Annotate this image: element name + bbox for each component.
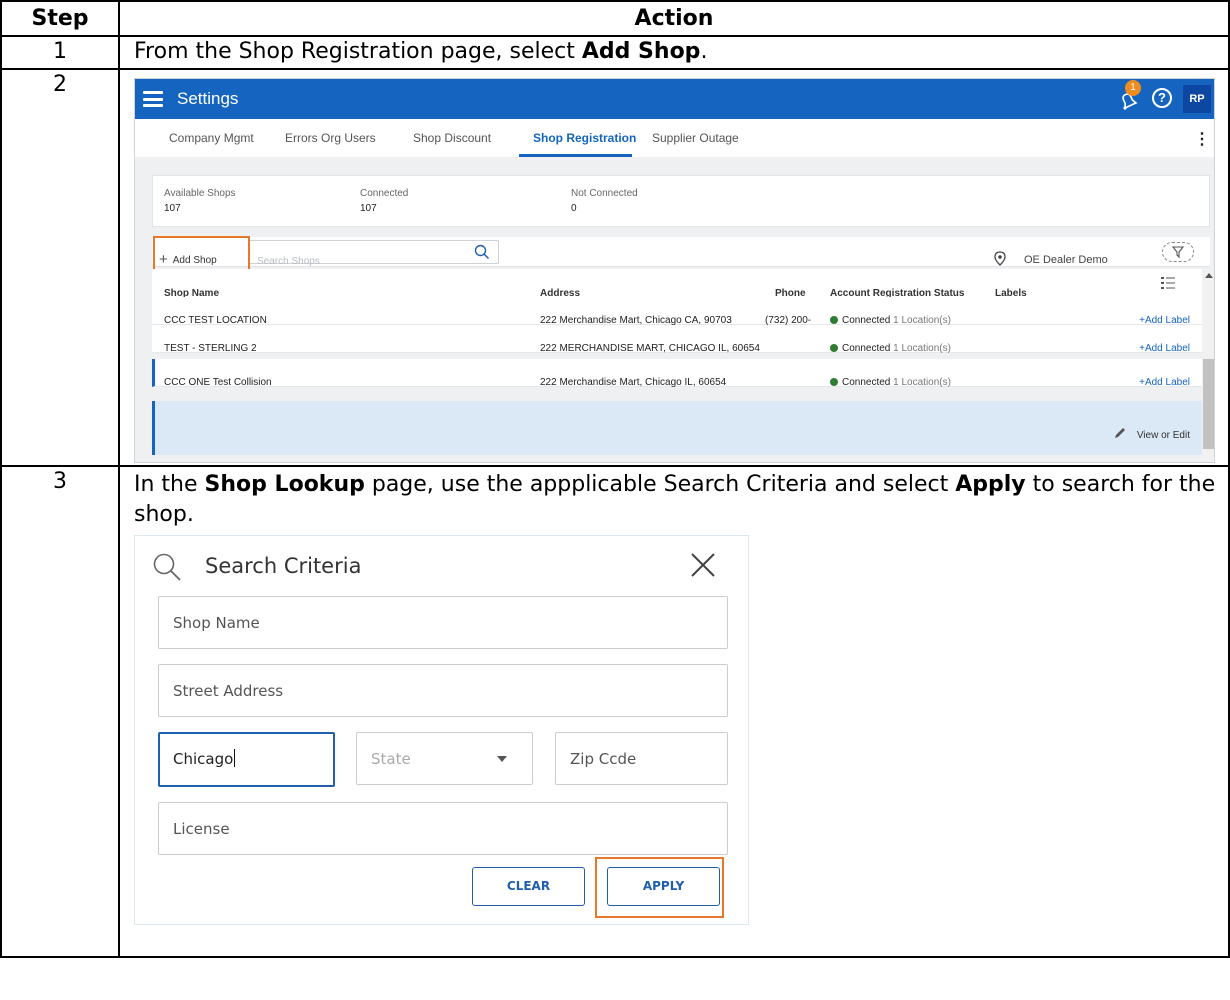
close-icon[interactable] — [688, 550, 718, 580]
action-text: From the Shop Registration page, select — [134, 39, 582, 64]
city-text: Chicago — [173, 750, 234, 768]
step-number: 3 — [0, 465, 120, 958]
connected-dot-icon — [830, 378, 838, 386]
action-instruction: In the Shop Lookup page, use the appplic… — [134, 470, 1228, 530]
action-bold: Shop Lookup — [204, 472, 365, 497]
stat-label: Connected — [360, 188, 409, 199]
dropdown-arrow-icon — [497, 756, 507, 762]
shop-name-cell: CCC ONE Test Collision — [164, 377, 272, 388]
scroll-up-icon[interactable] — [1205, 273, 1213, 278]
more-options-icon[interactable]: ⋮ — [1194, 125, 1210, 155]
step-header: Step — [0, 0, 120, 37]
app-title: Settings — [177, 89, 239, 108]
stat-label: Available Shops — [164, 188, 236, 199]
table-row[interactable]: TEST - STERLING 2 222 MERCHANDISE MART, … — [152, 325, 1202, 354]
text-caret — [234, 749, 236, 767]
status-text: Connected — [842, 343, 891, 354]
step-action: Settings 1 ? RP Company Mgmt Errors Org … — [118, 68, 1230, 467]
search-icon[interactable] — [474, 244, 490, 260]
tab-shop-discount[interactable]: Shop Discount — [413, 131, 491, 145]
state-select[interactable]: State — [356, 732, 533, 785]
location-label: OE Dealer Demo — [1024, 254, 1108, 266]
city-value: Chicago — [173, 748, 236, 770]
step-action: In the Shop Lookup page, use the appplic… — [118, 465, 1230, 958]
settings-tabs: Company Mgmt Errors Org Users Shop Disco… — [135, 119, 1214, 157]
action-text: . — [700, 39, 708, 64]
search-criteria-screenshot: Search Criteria Shop Name Street Address… — [134, 535, 749, 925]
location-count: 1 Location(s) — [893, 377, 951, 388]
zip-code-placeholder: Zip Ccde — [570, 750, 637, 768]
view-or-edit-button[interactable]: View or Edit — [1113, 421, 1190, 451]
scroll-thumb[interactable] — [1203, 359, 1214, 449]
city-field[interactable]: Chicago — [158, 732, 335, 787]
avatar[interactable]: RP — [1183, 85, 1211, 113]
action-text: page, use the appplicable Search Criteri… — [364, 472, 956, 497]
stat-value: 0 — [571, 203, 577, 214]
address-cell: 222 Merchandise Mart, Chicago IL, 60654 — [540, 377, 727, 388]
stat-value: 107 — [360, 203, 377, 214]
tab-shop-registration[interactable]: Shop Registration — [533, 131, 636, 145]
table-row[interactable]: CCC TEST LOCATION 222 Merchandise Mart, … — [152, 297, 1202, 326]
search-shops-input[interactable]: Search Shops — [249, 240, 499, 267]
pencil-icon — [1114, 428, 1125, 438]
stat-not-connected: Not Connected 0 — [571, 188, 638, 215]
add-label-link[interactable]: +Add Label — [1139, 368, 1190, 398]
view-edit-label: View or Edit — [1136, 430, 1190, 441]
active-tab-indicator — [519, 154, 632, 157]
stat-label: Not Connected — [571, 188, 638, 199]
shop-stats-card: Available Shops 107 Connected 107 Not Conn… — [152, 175, 1210, 227]
stat-connected: Connected 107 — [360, 188, 408, 215]
location-pin-icon — [994, 251, 1006, 266]
column-settings-icon[interactable] — [1160, 275, 1176, 291]
table-scrollbar[interactable] — [1202, 269, 1214, 462]
notification-badge: 1 — [1125, 80, 1141, 96]
tab-company-mgmt[interactable]: Company Mgmt — [169, 131, 254, 145]
street-address-placeholder: Street Address — [173, 682, 284, 700]
table-row-selected[interactable]: CCC ONE Test Collision 222 Merchandise M… — [152, 359, 1202, 388]
street-address-field[interactable]: Street Address — [158, 664, 728, 717]
action-bold: Apply — [955, 472, 1026, 497]
tab-org-users[interactable]: Org Users — [321, 131, 376, 145]
help-icon[interactable]: ? — [1152, 88, 1172, 108]
row-actions-bar: View or Edit — [152, 401, 1202, 455]
action-header: Action — [118, 0, 1230, 37]
settings-screenshot: Settings 1 ? RP Company Mgmt Errors Org … — [134, 78, 1215, 463]
step-number: 1 — [0, 35, 120, 70]
step-row-3: 3 In the Shop Lookup page, use the apppl… — [0, 465, 1230, 958]
connected-dot-icon — [830, 316, 838, 324]
apply-highlight — [595, 857, 724, 918]
shop-name-placeholder: Shop Name — [173, 614, 260, 632]
procedure-table: Step Action 1 From the Shop Registration… — [0, 0, 1230, 958]
stat-value: 107 — [164, 203, 181, 214]
search-icon — [153, 553, 181, 581]
location-count: 1 Location(s) — [893, 343, 951, 354]
license-placeholder: License — [173, 820, 230, 838]
clear-button[interactable]: CLEAR — [472, 867, 585, 906]
status-text: Connected — [842, 377, 891, 388]
shop-name-field[interactable]: Shop Name — [158, 596, 728, 649]
tab-supplier-outage[interactable]: Supplier Outage — [652, 131, 739, 145]
stat-available-shops: Available Shops 107 — [164, 188, 236, 215]
shop-list-toolbar: + Add Shop Search Shops OE Dealer Demo — [152, 237, 1210, 268]
step-number: 2 — [0, 68, 120, 467]
table-header-row: Step Action — [0, 0, 1230, 37]
connected-dot-icon — [830, 344, 838, 352]
menu-icon[interactable] — [143, 91, 163, 107]
shop-table-header: Shop Name Address Phone Account Registra… — [152, 269, 1202, 299]
filter-button[interactable] — [1162, 242, 1194, 262]
search-criteria-title: Search Criteria — [205, 554, 362, 578]
action-text: In the — [134, 472, 205, 497]
state-placeholder: State — [371, 750, 411, 768]
step-action: From the Shop Registration page, select … — [118, 35, 1230, 70]
filter-icon — [1171, 246, 1185, 259]
zip-code-field[interactable]: Zip Ccde — [555, 732, 728, 785]
status-cell: Connected 1 Location(s) — [830, 368, 951, 398]
step-row-1: 1 From the Shop Registration page, selec… — [0, 35, 1230, 70]
step-row-2: 2 Settings 1 ? RP Company Mgmt Errors Or… — [0, 68, 1230, 467]
action-bold: Add Shop — [581, 39, 701, 64]
top-app-bar: Settings 1 ? RP — [135, 79, 1214, 119]
license-field[interactable]: License — [158, 802, 728, 855]
tab-errors[interactable]: Errors — [285, 131, 318, 145]
